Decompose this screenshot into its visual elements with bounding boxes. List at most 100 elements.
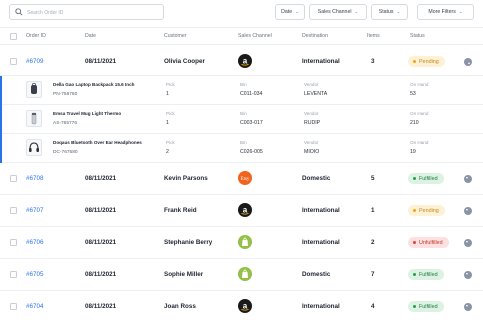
bin-label: Bin [240, 111, 247, 116]
column-header-sales-channel[interactable]: Sales Channel [238, 33, 272, 39]
column-header-status[interactable]: Status [410, 33, 425, 39]
order-id-link[interactable]: #6708 [26, 175, 44, 182]
destination: International [302, 207, 340, 214]
chevron-down-icon: ⌄ [295, 9, 299, 14]
status-dot [413, 305, 416, 308]
on-hand-value: 210 [410, 120, 419, 126]
order-id-link[interactable]: #6704 [26, 303, 44, 310]
column-header-date[interactable]: Date [85, 33, 96, 39]
chevron-down-icon: ⌄ [354, 9, 359, 14]
status-label: Pending [419, 58, 439, 65]
product-sku: AS-765776 [53, 121, 78, 126]
pick-label: Pick [166, 82, 175, 87]
chevron-down-icon: ⌄ [458, 9, 463, 14]
column-header-destination[interactable]: Destination [302, 33, 328, 39]
status-badge: Pending [408, 56, 445, 67]
row-checkbox[interactable] [10, 239, 17, 246]
status-badge: Fulfilled [408, 301, 444, 312]
order-date: 08/11/2021 [85, 271, 117, 278]
svg-text:a: a [243, 206, 248, 215]
status-label: Pending [419, 207, 439, 214]
column-header-customer[interactable]: Customer [164, 33, 187, 39]
table-row[interactable]: #6708 08/11/2021 Kevin Parsons Etsy Dome… [0, 163, 483, 195]
customer-name: Frank Reid [164, 207, 197, 214]
shopify-icon [238, 235, 252, 249]
on-hand-label: On Hand [410, 111, 429, 116]
destination: International [302, 239, 340, 246]
status-dot [413, 209, 416, 212]
product-sku: PN-756760 [53, 92, 78, 97]
toolbar: Date ⌄ Sales Channel ⌄ Status ⌄ More Fil… [0, 0, 483, 26]
order-date: 08/11/2021 [85, 239, 117, 246]
status-filter-label: Status [378, 9, 394, 15]
expand-row-icon[interactable] [464, 207, 472, 215]
search-box[interactable] [9, 4, 164, 20]
sales-channel-filter-button[interactable]: Sales Channel ⌄ [309, 4, 367, 20]
row-checkbox[interactable] [10, 303, 17, 310]
status-badge: Fulfilled [408, 269, 444, 280]
row-checkbox[interactable] [10, 271, 17, 278]
status-dot [413, 177, 416, 180]
chevron-down-icon: ⌄ [396, 9, 401, 14]
status-dot [413, 60, 416, 63]
backpack-icon [26, 81, 42, 98]
more-filters-button[interactable]: More Filters ⌄ [417, 4, 474, 20]
expand-row-icon[interactable] [464, 175, 472, 183]
table-row[interactable]: #6706 08/11/2021 Stephanie Berry Interna… [0, 227, 483, 259]
order-id-link[interactable]: #6706 [26, 239, 44, 246]
item-count: 3 [371, 58, 375, 65]
item-count: 2 [371, 239, 375, 246]
column-header-order-id[interactable]: Order ID [26, 33, 46, 39]
search-input[interactable] [27, 7, 157, 18]
order-date: 08/11/2021 [85, 207, 117, 214]
collapse-row-icon[interactable] [464, 58, 472, 66]
bin-label: Bin [240, 82, 247, 87]
item-count: 7 [371, 271, 375, 278]
product-name: Doqaus Bluetooth Over Ear Headphones [53, 140, 142, 145]
amazon-icon: a [238, 299, 252, 313]
pick-value: 1 [166, 120, 169, 126]
amazon-icon: a [238, 203, 252, 217]
item-count: 1 [371, 207, 375, 214]
column-header-items[interactable]: Items [367, 33, 380, 39]
table-row[interactable]: #6704 08/11/2021 Joan Ross a Internation… [0, 291, 483, 323]
status-dot [413, 241, 416, 244]
order-id-link[interactable]: #6709 [26, 58, 44, 65]
expand-row-icon[interactable] [464, 271, 472, 279]
status-label: Fulfilled [419, 303, 438, 310]
headphones-icon [26, 139, 42, 156]
select-all-checkbox[interactable] [10, 33, 17, 40]
status-dot [413, 273, 416, 276]
bin-value: C026-005 [240, 149, 263, 155]
line-item: Emsa Travel Mug Light Thermo AS-765776 P… [2, 105, 483, 134]
product-name: Emsa Travel Mug Light Thermo [53, 111, 122, 116]
destination: International [302, 303, 340, 310]
etsy-logo-text: Etsy [241, 177, 250, 182]
status-label: Fulfilled [419, 175, 438, 182]
order-line-items: Della Gao Laptop Backpack 15.6 Inch PN-7… [0, 76, 483, 163]
item-count: 4 [371, 303, 375, 310]
on-hand-label: On Hand [410, 82, 429, 87]
svg-text:a: a [243, 57, 248, 66]
date-filter-button[interactable]: Date ⌄ [275, 4, 305, 20]
on-hand-value: 53 [410, 91, 416, 97]
pick-label: Pick [166, 111, 175, 116]
status-badge: Pending [408, 205, 445, 216]
status-label: Fulfilled [419, 271, 438, 278]
table-row[interactable]: #6709 08/11/2021 Olivia Cooper a Interna… [0, 46, 483, 76]
on-hand-label: On Hand [410, 140, 429, 145]
order-date: 08/11/2021 [85, 58, 117, 65]
row-checkbox[interactable] [10, 207, 17, 214]
row-checkbox[interactable] [10, 175, 17, 182]
pick-label: Pick [166, 140, 175, 145]
order-date: 08/11/2021 [85, 303, 117, 310]
line-item: Della Gao Laptop Backpack 15.6 Inch PN-7… [2, 76, 483, 105]
order-id-link[interactable]: #6707 [26, 207, 44, 214]
expand-row-icon[interactable] [464, 303, 472, 311]
table-row[interactable]: #6707 08/11/2021 Frank Reid a Internatio… [0, 195, 483, 227]
row-checkbox[interactable] [10, 58, 17, 65]
order-id-link[interactable]: #6705 [26, 271, 44, 278]
status-filter-button[interactable]: Status ⌄ [371, 4, 408, 20]
table-row[interactable]: #6705 08/11/2021 Sophie Miller Domestic … [0, 259, 483, 291]
expand-row-icon[interactable] [464, 239, 472, 247]
